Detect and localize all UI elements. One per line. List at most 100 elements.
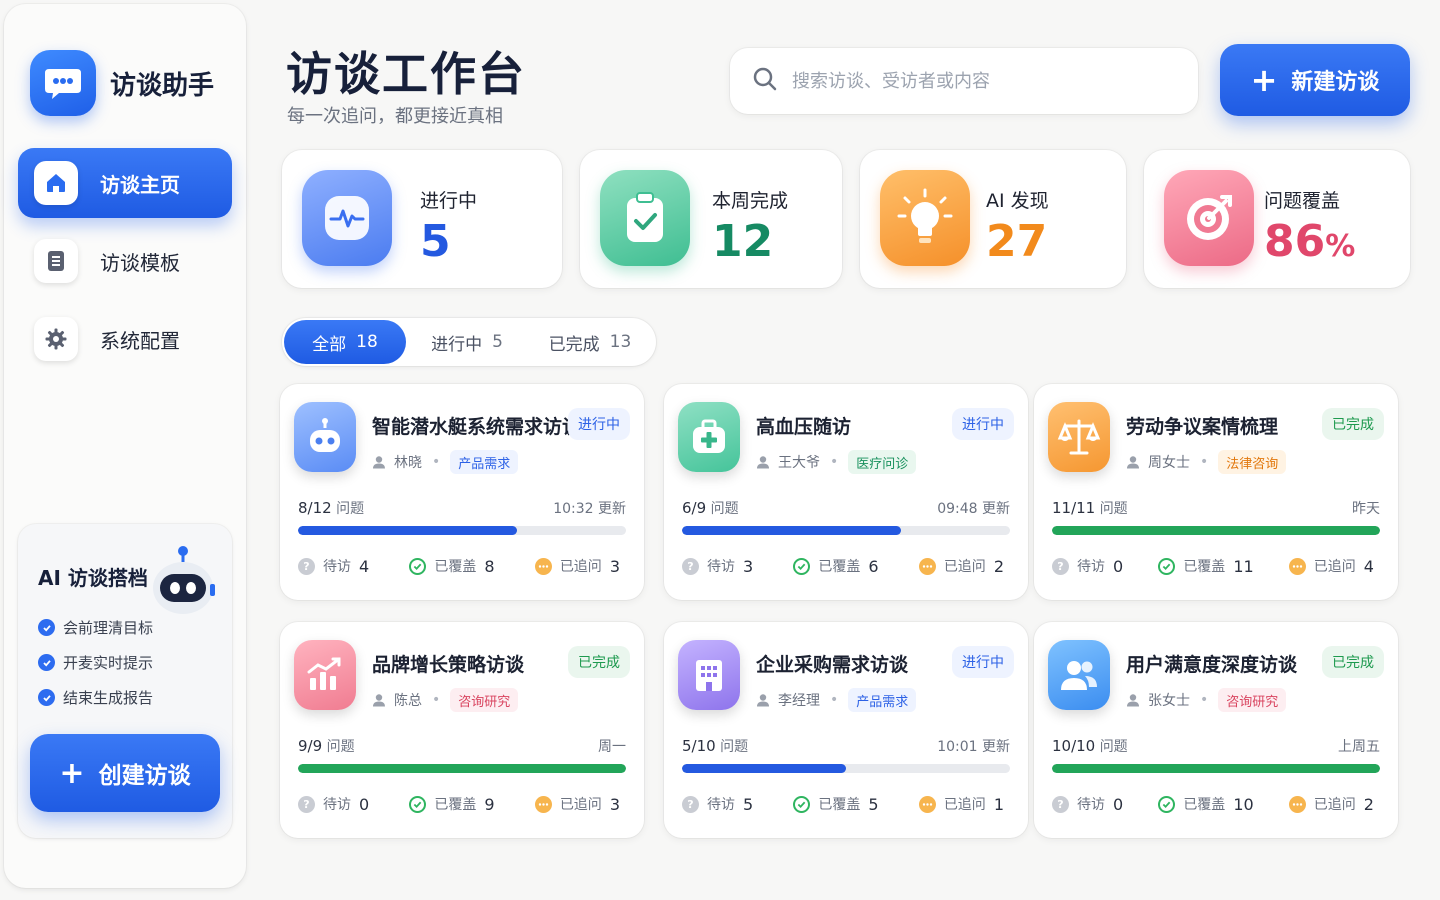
card-stats: ? 待访 0 已覆盖 10 已追问 2 (1052, 794, 1374, 814)
stat-card-week-completed[interactable]: 本周完成 12 (580, 150, 842, 288)
card-stats: ? 待访 3 已覆盖 6 已追问 2 (682, 556, 1004, 576)
pending-label: 待访 (1077, 797, 1105, 813)
pending-stat: ? 待访 4 (298, 556, 369, 576)
pending-stat: ? 待访 5 (682, 794, 753, 814)
tab-all[interactable]: 全部 18 (284, 320, 406, 364)
followup-stat: 已追问 3 (534, 794, 620, 814)
stat-card-ai-findings[interactable]: AI 发现 27 (860, 150, 1126, 288)
card-title: 智能潜水艇系统需求访谈 (372, 416, 582, 438)
progress-count: 5/10 (682, 737, 716, 755)
tab-completed[interactable]: 已完成 13 (528, 320, 652, 364)
interview-card[interactable]: 用户满意度深度访谈 已完成 张女士 • 咨询研究 10/10 问题 上周五 ? … (1034, 622, 1398, 838)
progress-suffix: 问题 (1099, 501, 1128, 517)
progress-suffix: 问题 (720, 739, 749, 755)
create-interview-button[interactable]: + 创建访谈 (30, 734, 220, 812)
progress-bar (682, 526, 1010, 535)
question-icon: ? (1052, 557, 1069, 575)
interview-card[interactable]: 高血压随访 进行中 王大爷 • 医疗问诊 6/9 问题 09:48 更新 ? 待… (664, 384, 1028, 600)
page-subtitle: 每一次追问，都更接近真相 (287, 106, 503, 127)
question-icon: ? (682, 795, 699, 813)
sidebar-nav: 访谈主页 访谈模板 系统配置 (18, 148, 232, 382)
brand[interactable]: 访谈助手 (30, 50, 214, 116)
pending-label: 待访 (323, 559, 351, 575)
ai-card-title: AI 访谈搭档 (38, 566, 148, 590)
home-icon (34, 161, 78, 205)
sidebar-item-home[interactable]: 访谈主页 (18, 148, 232, 218)
stat-value: 27 (986, 216, 1048, 267)
covered-label: 已覆盖 (1183, 797, 1226, 813)
category-tag[interactable]: 咨询研究 (1218, 688, 1287, 712)
sidebar-item-label: 系统配置 (100, 328, 180, 353)
list-item: 会前理清目标 (38, 610, 153, 645)
progress-fill (682, 526, 901, 535)
category-tag[interactable]: 产品需求 (848, 688, 917, 712)
interview-card[interactable]: 智能潜水艇系统需求访谈 进行中 林晓 • 产品需求 8/12 问题 10:32 … (280, 384, 644, 600)
person-icon (1126, 693, 1140, 707)
chat-dots-icon (918, 795, 936, 813)
interviewee-name: 陈总 (394, 693, 422, 709)
check-circle-icon (793, 557, 811, 575)
interview-card[interactable]: 企业采购需求访谈 进行中 李经理 • 产品需求 5/10 问题 10:01 更新… (664, 622, 1028, 838)
pending-stat: ? 待访 3 (682, 556, 753, 576)
pending-count: 3 (743, 556, 754, 576)
stat-value: 12 (712, 216, 774, 267)
pending-count: 5 (743, 794, 754, 814)
growth-chart-icon (294, 640, 356, 710)
sidebar-item-label: 访谈模板 (100, 250, 180, 275)
tab-count: 18 (356, 332, 378, 352)
progress-text: 11/11 问题 (1052, 498, 1128, 518)
feature-label: 开麦实时提示 (63, 654, 154, 672)
updated-time: 10:01 更新 (937, 739, 1010, 755)
check-circle-icon (1158, 795, 1176, 813)
progress-bar (298, 764, 626, 773)
progress-info: 8/12 问题 10:32 更新 (298, 498, 626, 518)
interview-card[interactable]: 劳动争议案情梳理 已完成 周女士 • 法律咨询 11/11 问题 昨天 ? 待访… (1034, 384, 1398, 600)
stat-card-coverage[interactable]: 问题覆盖 86% (1144, 150, 1410, 288)
ai-assistant-card: AI 访谈搭档 会前理清目标 开麦实时提示 结束生成报告 + 创建访谈 (18, 524, 232, 838)
sidebar-item-templates[interactable]: 访谈模板 (18, 226, 232, 296)
search-bar[interactable] (730, 48, 1198, 114)
card-title: 劳动争议案情梳理 (1126, 416, 1279, 438)
category-tag[interactable]: 产品需求 (450, 450, 519, 474)
card-meta: 林晓 • 产品需求 (372, 450, 519, 474)
pending-count: 0 (359, 794, 370, 814)
progress-fill (682, 764, 846, 773)
category-tag[interactable]: 咨询研究 (450, 688, 519, 712)
stat-value: 5 (420, 216, 451, 267)
interviewee-name: 李经理 (778, 693, 820, 709)
covered-stat: 已覆盖 8 (409, 556, 495, 576)
sidebar: 访谈助手 访谈主页 访谈模板 系统配置 AI 访谈搭档 会前理清目标 开麦实时提… (4, 4, 246, 888)
check-circle-icon (409, 795, 427, 813)
progress-info: 5/10 问题 10:01 更新 (682, 736, 1010, 756)
progress-count: 11/11 (1052, 499, 1096, 517)
category-tag[interactable]: 医疗问诊 (848, 450, 917, 474)
stat-label: 本周完成 (712, 190, 789, 212)
card-title: 高血压随访 (756, 416, 852, 438)
card-meta: 李经理 • 产品需求 (756, 688, 917, 712)
check-icon (38, 654, 55, 671)
target-icon (1164, 170, 1254, 266)
category-tag[interactable]: 法律咨询 (1218, 450, 1287, 474)
pending-count: 0 (1113, 794, 1124, 814)
tab-in-progress[interactable]: 进行中 5 (406, 320, 528, 364)
progress-fill (298, 764, 626, 773)
chat-dots-icon (1288, 557, 1306, 575)
progress-text: 9/9 问题 (298, 736, 355, 756)
status-badge: 进行中 (952, 646, 1014, 678)
search-input[interactable] (792, 70, 1182, 92)
status-badge: 进行中 (952, 408, 1014, 440)
question-icon: ? (1052, 795, 1069, 813)
covered-count: 6 (868, 556, 879, 576)
new-interview-button[interactable]: + 新建访谈 (1220, 44, 1410, 116)
progress-bar (682, 764, 1010, 773)
person-icon (756, 455, 770, 469)
pending-stat: ? 待访 0 (298, 794, 369, 814)
sidebar-item-settings[interactable]: 系统配置 (18, 304, 232, 374)
stat-card-in-progress[interactable]: 进行中 5 (282, 150, 562, 288)
person-icon (372, 455, 386, 469)
list-item: 结束生成报告 (38, 680, 153, 715)
users-icon (1048, 640, 1110, 710)
covered-stat: 已覆盖 6 (793, 556, 879, 576)
card-title: 企业采购需求访谈 (756, 654, 909, 676)
interview-card[interactable]: 品牌增长策略访谈 已完成 陈总 • 咨询研究 9/9 问题 周一 ? 待访 0 已… (280, 622, 644, 838)
